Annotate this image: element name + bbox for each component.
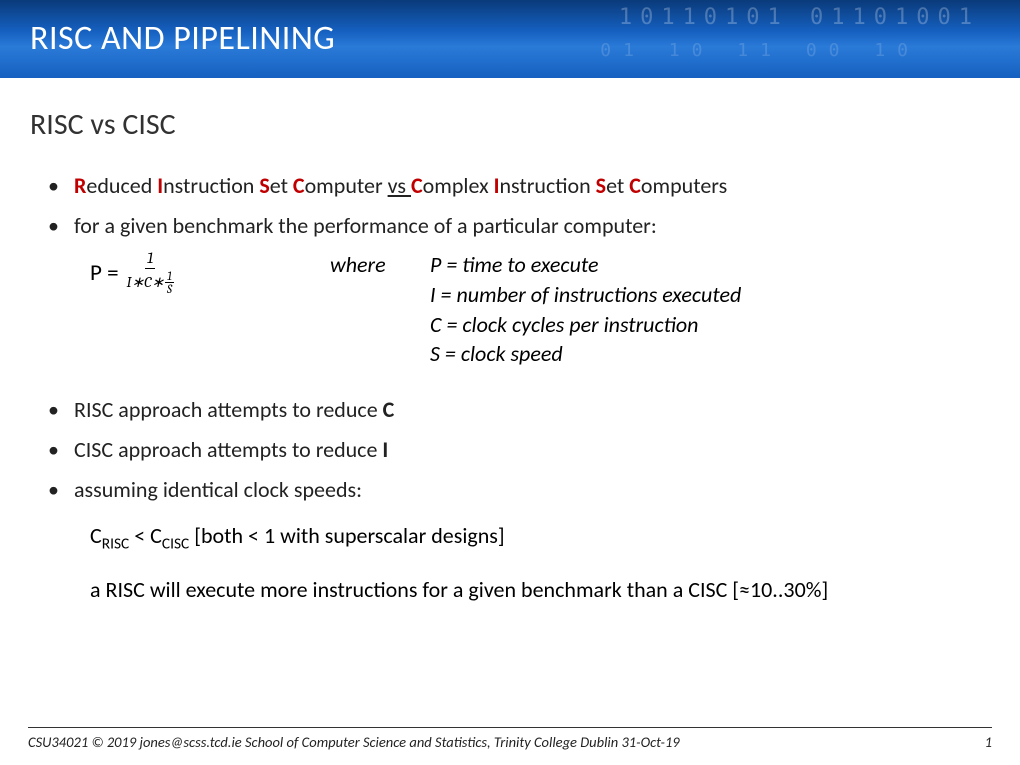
mini-fraction: 1 S — [165, 270, 174, 295]
letter-c: C — [293, 172, 305, 199]
bullet-clock-speeds: assuming identical clock speeds: — [48, 475, 990, 505]
bullet-definition: Reduced Instruction Set Computer vs Comp… — [48, 171, 990, 201]
page-number: 1 — [985, 733, 992, 751]
formula-row: P = 1 I∗C∗ 1 S whereP = time to execute … — [90, 250, 990, 369]
slide-subtitle: RISC vs CISC — [30, 106, 990, 143]
bullet-list-2: RISC approach attempts to reduce C CISC … — [30, 395, 990, 504]
where-i: I = number of instructions executed — [430, 281, 741, 308]
formula-lhs: P = — [90, 259, 119, 287]
where-p: P = time to execute — [430, 251, 599, 278]
bullet-risc-reduce: RISC approach attempts to reduce C — [48, 395, 990, 425]
frac-numerator: 1 — [145, 250, 155, 269]
inequality-line: CRISC < CCISC [both < 1 with superscalar… — [90, 522, 990, 553]
header-decoration — [510, 0, 1020, 78]
where-label: where — [330, 250, 430, 280]
letter-s: S — [259, 172, 269, 199]
slide-header: RISC AND PIPELINING — [0, 0, 1020, 78]
letter-c2: C — [411, 172, 423, 199]
where-c: C = clock cycles per instruction — [430, 311, 699, 338]
letter-r: R — [74, 172, 86, 199]
vs-text: vs — [388, 172, 411, 199]
where-definitions: whereP = time to execute I = number of i… — [330, 250, 741, 369]
slide-footer: CSU34021 © 2019 jones@scss.tcd.ie School… — [28, 727, 992, 751]
frac-denominator: I∗C∗ 1 S — [127, 269, 174, 295]
letter-c3: C — [629, 172, 641, 199]
formula-fraction: 1 I∗C∗ 1 S — [127, 250, 174, 295]
performance-formula: P = 1 I∗C∗ 1 S — [90, 250, 250, 295]
slide-content: RISC vs CISC Reduced Instruction Set Com… — [0, 78, 1020, 603]
bullet-benchmark: for a given benchmark the performance of… — [48, 211, 990, 241]
footer-text: CSU34021 © 2019 jones@scss.tcd.ie School… — [28, 733, 680, 751]
bullet-list: Reduced Instruction Set Computer vs Comp… — [30, 171, 990, 240]
where-s: S = clock speed — [430, 340, 563, 367]
letter-s2: S — [596, 172, 606, 199]
conclusion-line: a RISC will execute more instructions fo… — [90, 576, 990, 603]
bullet-cisc-reduce: CISC approach attempts to reduce I — [48, 435, 990, 465]
